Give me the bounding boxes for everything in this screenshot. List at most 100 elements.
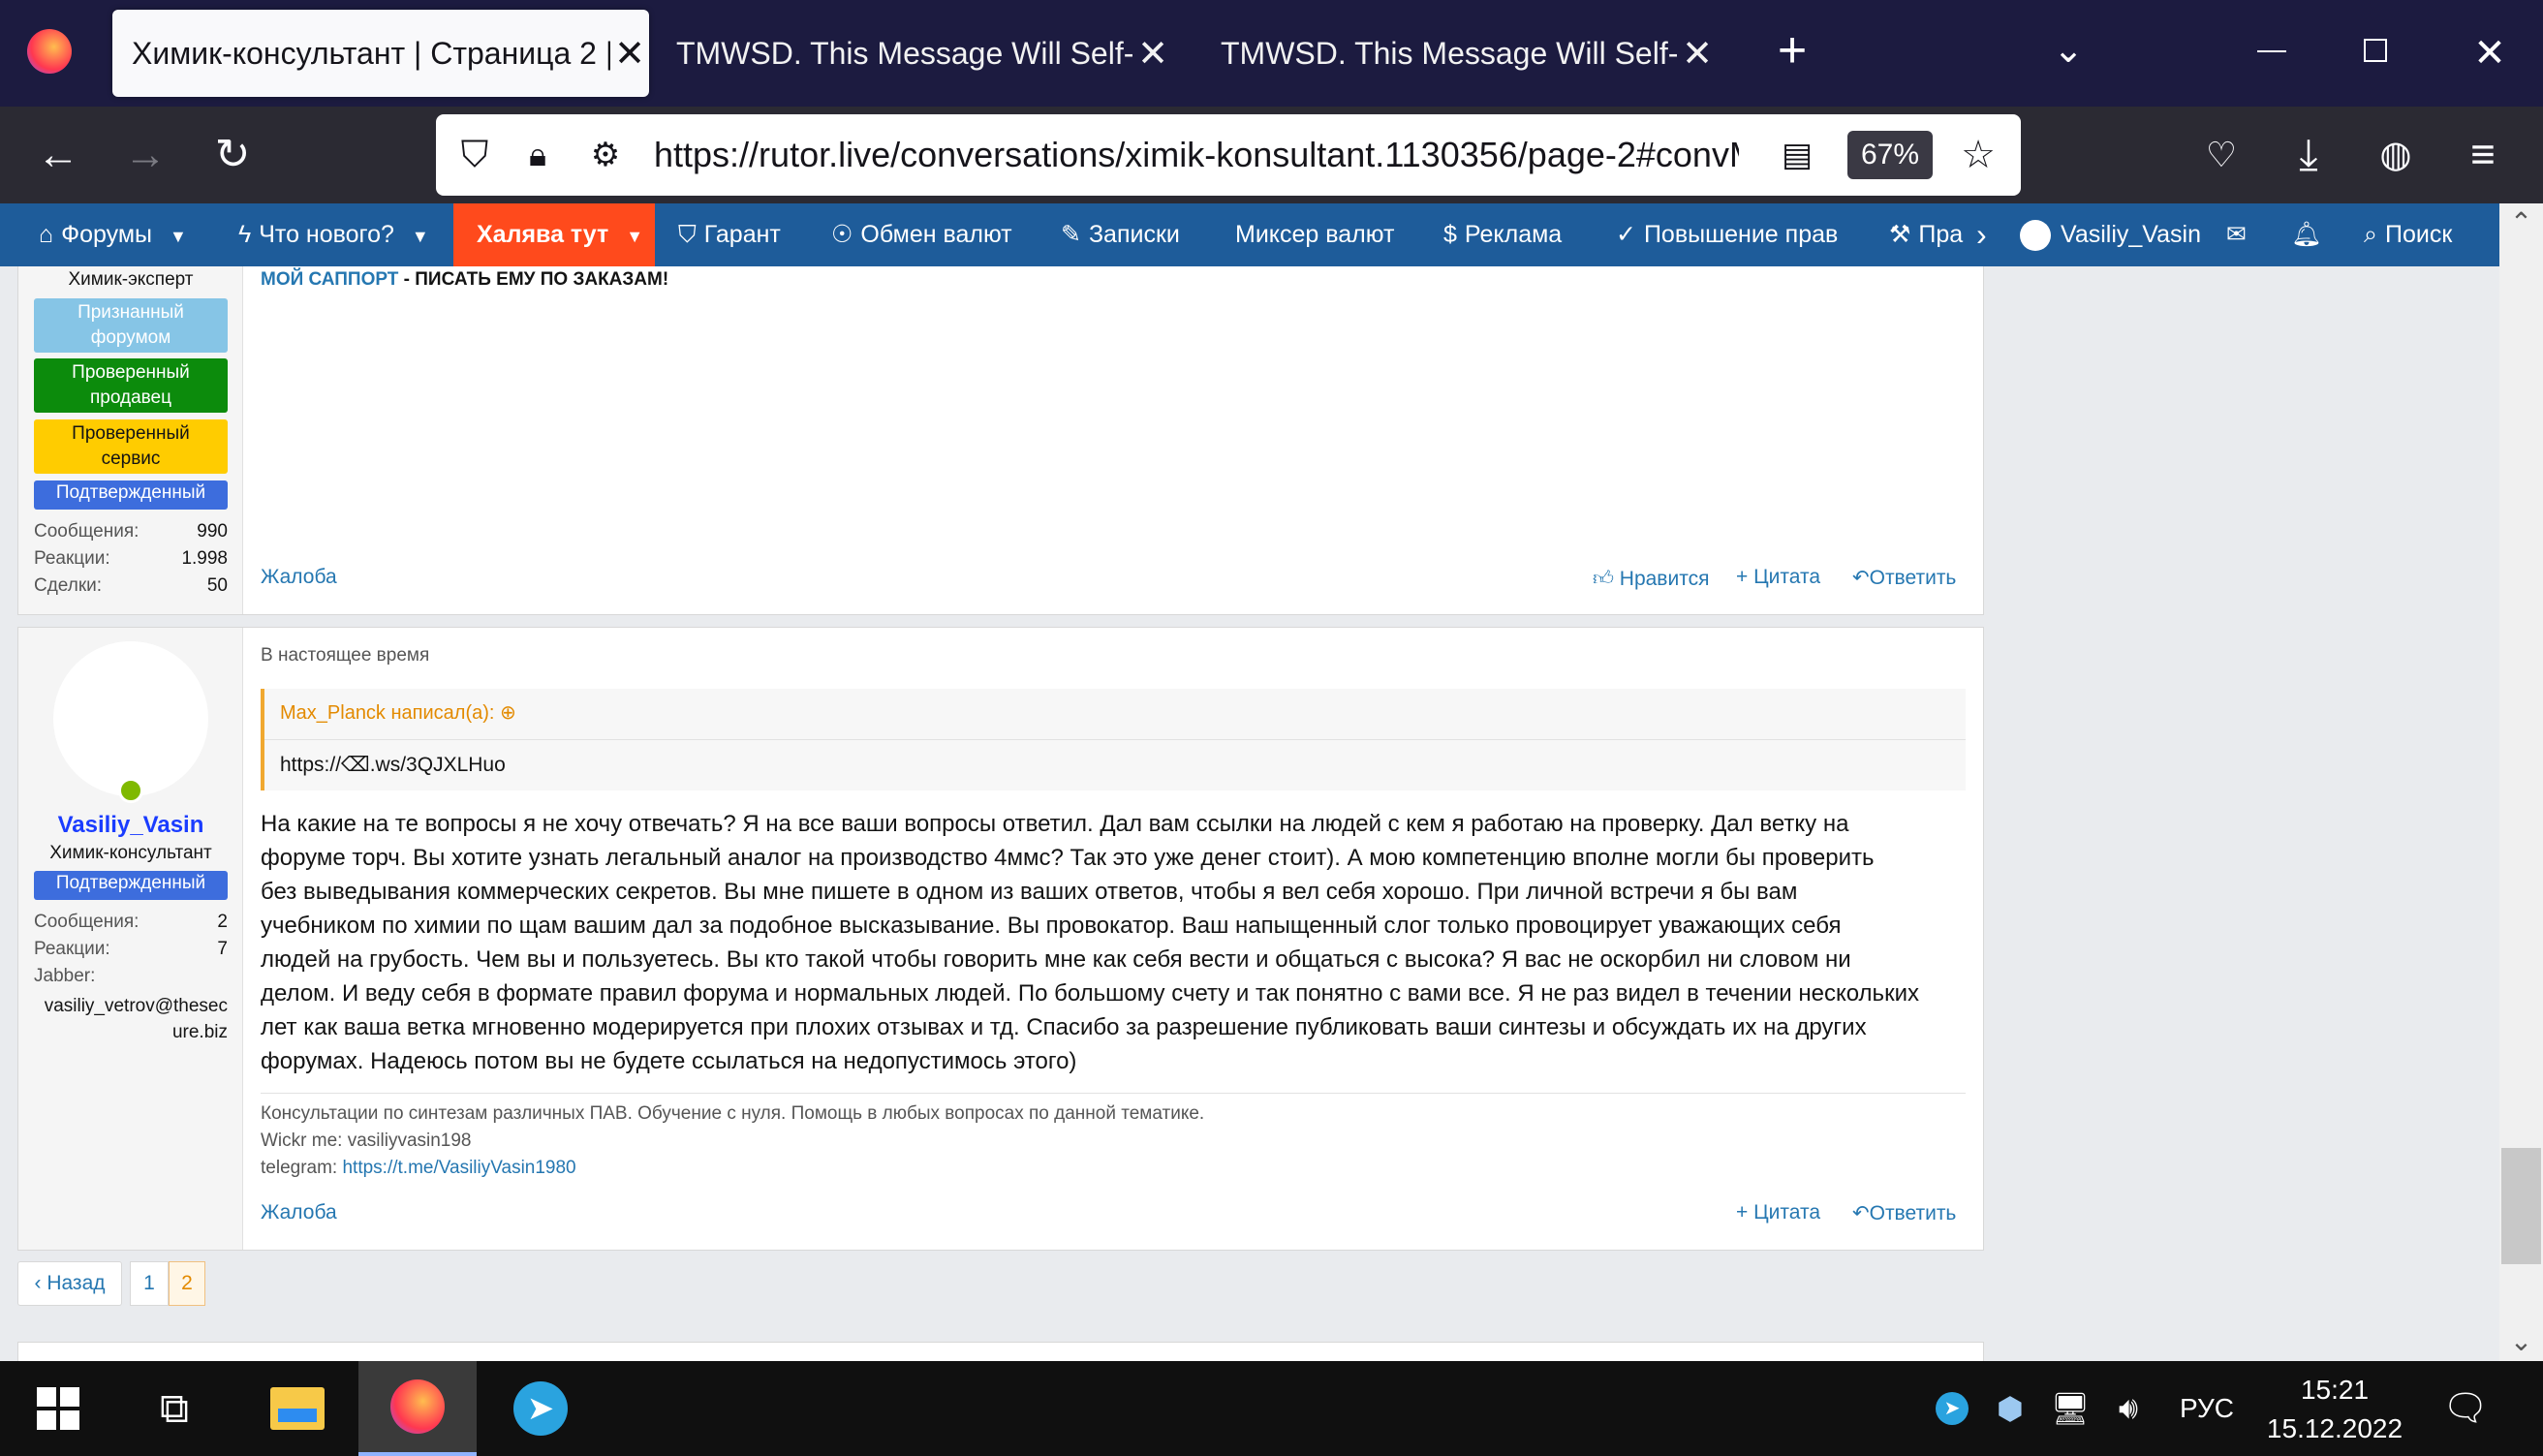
tab-title: TMWSD. This Message Will Self-Des bbox=[676, 35, 1133, 71]
page-scrollbar[interactable]: ⌃ ⌄ bbox=[2499, 203, 2543, 1361]
clock[interactable]: 15:21 15.12.2022 bbox=[2248, 1371, 2422, 1448]
lock-icon[interactable]: 🔒︎ bbox=[518, 134, 557, 176]
shield-check-icon: ⛉ bbox=[678, 221, 697, 248]
volume-icon[interactable]: 🔊︎ bbox=[2107, 1361, 2150, 1456]
stat-messages: Сообщения: 990 bbox=[34, 521, 228, 542]
new-tab-icon[interactable]: + bbox=[1768, 21, 1816, 79]
telegram-link[interactable]: https://t.me/VasiliyVasin1980 bbox=[342, 1158, 575, 1178]
nav-forums[interactable]: ⌂ Форумы ▼ bbox=[39, 203, 187, 266]
nav-whats-new[interactable]: ϟ Что нового? ▼ bbox=[238, 203, 429, 266]
pagination-back[interactable]: ‹ Назад bbox=[17, 1261, 122, 1306]
message-time: В настоящее время bbox=[261, 645, 430, 666]
tray-telegram-icon[interactable]: ➤ bbox=[1933, 1361, 1971, 1456]
badge-verified-seller: Проверенный продавец bbox=[34, 358, 228, 413]
pocket-icon[interactable]: ♡ bbox=[2194, 128, 2248, 182]
username-link[interactable]: Vasiliy_Vasin bbox=[18, 812, 243, 839]
chevron-left-icon: ‹ bbox=[34, 1272, 47, 1294]
reader-view-icon[interactable]: ▤ bbox=[1778, 134, 1816, 176]
dropdown-icon[interactable]: ▼ bbox=[412, 227, 429, 246]
permissions-icon[interactable]: ⚙ bbox=[586, 134, 625, 176]
nav-mixer[interactable]: Миксер валют bbox=[1235, 203, 1394, 266]
tab-2[interactable]: TMWSD. This Message Will Self-Des ✕ bbox=[659, 10, 1172, 97]
url-text[interactable]: https://rutor.live/conversations/ximik-k… bbox=[654, 114, 1739, 196]
tray-package-icon[interactable]: ⬢ bbox=[1991, 1361, 2030, 1456]
tab-title: Химик-консультант | Страница 2 | Ru bbox=[132, 35, 610, 71]
network-icon[interactable]: 🖥︎ bbox=[2049, 1361, 2092, 1456]
browser-toolbar: ← → ↻ ⛉ 🔒︎ ⚙ https://rutor.live/conversa… bbox=[0, 107, 2543, 203]
minimize-icon[interactable] bbox=[2257, 50, 2286, 52]
inbox-icon[interactable]: ✉ bbox=[2226, 203, 2247, 266]
report-link[interactable]: Жалоба bbox=[261, 566, 337, 589]
downloads-icon[interactable]: ⤓ bbox=[2281, 128, 2336, 182]
extension-icon[interactable]: ◍ bbox=[2369, 128, 2423, 182]
stat-deals: Сделки: 50 bbox=[34, 575, 228, 596]
quote-button[interactable]: + Цитата bbox=[1736, 566, 1820, 589]
close-tab-icon[interactable]: ✕ bbox=[610, 32, 649, 76]
tab-3[interactable]: TMWSD. This Message Will Self-Des ✕ bbox=[1203, 10, 1717, 97]
firefox-taskbar-icon[interactable] bbox=[358, 1361, 477, 1456]
badge-recognized: Признанный форумом bbox=[34, 298, 228, 353]
windows-start-icon[interactable] bbox=[19, 1361, 97, 1456]
user-title: Химик-консультант bbox=[49, 843, 212, 863]
scroll-down-icon[interactable]: ⌄ bbox=[2499, 1322, 2543, 1361]
report-link[interactable]: Жалоба bbox=[261, 1201, 337, 1224]
notification-center-icon[interactable]: 🗨︎ bbox=[2432, 1361, 2499, 1456]
jump-to-quote-icon[interactable]: ⊕ bbox=[500, 702, 516, 724]
nav-halyava[interactable]: Халява тут ▼ bbox=[453, 203, 655, 266]
zoom-level-badge[interactable]: 67% bbox=[1847, 131, 1933, 179]
quote-author[interactable]: Max_Planck написал(а): ⊕ bbox=[280, 700, 516, 725]
scroll-up-icon[interactable]: ⌃ bbox=[2499, 203, 2543, 242]
reply-button[interactable]: ↶Ответить bbox=[1852, 566, 1956, 590]
nav-search[interactable]: ⌕ Поиск bbox=[2364, 203, 2452, 266]
quote-button[interactable]: + Цитата bbox=[1736, 1201, 1820, 1224]
close-tab-icon[interactable]: ✕ bbox=[1133, 32, 1172, 76]
back-arrow-icon[interactable]: ← bbox=[31, 128, 85, 182]
task-view-icon[interactable]: ⧉ bbox=[136, 1361, 213, 1456]
reload-icon[interactable]: ↻ bbox=[205, 128, 260, 182]
forward-arrow-icon[interactable]: → bbox=[118, 128, 172, 182]
badge-verified-service: Проверенный сервис bbox=[34, 419, 228, 474]
nav-ads[interactable]: $ Реклама bbox=[1443, 203, 1562, 266]
plus-icon: + bbox=[1736, 1201, 1754, 1224]
next-block bbox=[17, 1342, 1984, 1361]
stat-reactions: Реакции: 1.998 bbox=[34, 548, 228, 569]
tab-list-chevron-icon[interactable]: ⌄ bbox=[2044, 21, 2093, 79]
close-tab-icon[interactable]: ✕ bbox=[1678, 32, 1717, 76]
avatar[interactable] bbox=[53, 641, 208, 796]
support-link[interactable]: МОЙ САППОРТ bbox=[261, 269, 398, 290]
tab-title: TMWSD. This Message Will Self-Des bbox=[1221, 35, 1678, 71]
reply-button[interactable]: ↶Ответить bbox=[1852, 1201, 1956, 1225]
firefox-logo-icon[interactable] bbox=[27, 29, 72, 74]
dropdown-icon[interactable]: ▼ bbox=[170, 227, 187, 246]
quote-text: https://⌫.ws/3QJXLHuo bbox=[280, 754, 506, 776]
menu-hamburger-icon[interactable]: ≡ bbox=[2456, 128, 2510, 182]
nav-promotion[interactable]: ✓ Повышение прав bbox=[1616, 203, 1838, 266]
close-window-icon[interactable]: ✕ bbox=[2465, 24, 2514, 82]
nav-exchange[interactable]: ☉ Обмен валют bbox=[831, 203, 1012, 266]
telegram-icon[interactable]: ➤ bbox=[492, 1361, 589, 1456]
message-body: На какие на те вопросы я не хочу отвечат… bbox=[261, 811, 1919, 1074]
language-indicator[interactable]: РУС bbox=[2168, 1361, 2246, 1456]
nav-user[interactable]: Vasiliy_Vasin bbox=[2020, 203, 2201, 266]
nav-notes[interactable]: ✎ Записки bbox=[1061, 203, 1180, 266]
dropdown-icon[interactable]: ▼ bbox=[626, 227, 643, 246]
edit-icon: ✎ bbox=[1061, 221, 1081, 248]
search-icon: ⌕ bbox=[2364, 221, 2378, 248]
file-explorer-icon[interactable] bbox=[254, 1361, 341, 1456]
like-button[interactable]: 👍︎ Нравится bbox=[1593, 566, 1709, 591]
nav-garant[interactable]: ⛉ Гарант bbox=[678, 203, 781, 266]
pagination-page-1[interactable]: 1 bbox=[130, 1261, 169, 1306]
nav-scroll-right-icon[interactable]: › bbox=[1976, 203, 2005, 266]
reply-arrow-icon: ↶ bbox=[1852, 567, 1870, 589]
restore-icon[interactable] bbox=[2364, 39, 2387, 62]
stat-jabber: Jabber: bbox=[34, 966, 96, 986]
url-bar[interactable]: ⛉ 🔒︎ ⚙ https://rutor.live/conversations/… bbox=[436, 114, 2021, 196]
bell-icon[interactable]: 🔔︎ bbox=[2291, 203, 2322, 266]
badge-confirmed: Подтвержденный bbox=[34, 871, 228, 900]
tab-active[interactable]: Химик-консультант | Страница 2 | Ru ✕ bbox=[112, 10, 649, 97]
pagination-page-2[interactable]: 2 bbox=[169, 1261, 205, 1306]
scrollbar-thumb[interactable] bbox=[2501, 1148, 2541, 1264]
shield-icon[interactable]: ⛉ bbox=[455, 134, 494, 176]
message-post-2: Vasiliy_Vasin Химик-консультант Подтверж… bbox=[17, 627, 1984, 1251]
bookmark-star-icon[interactable]: ☆ bbox=[1957, 134, 2000, 176]
